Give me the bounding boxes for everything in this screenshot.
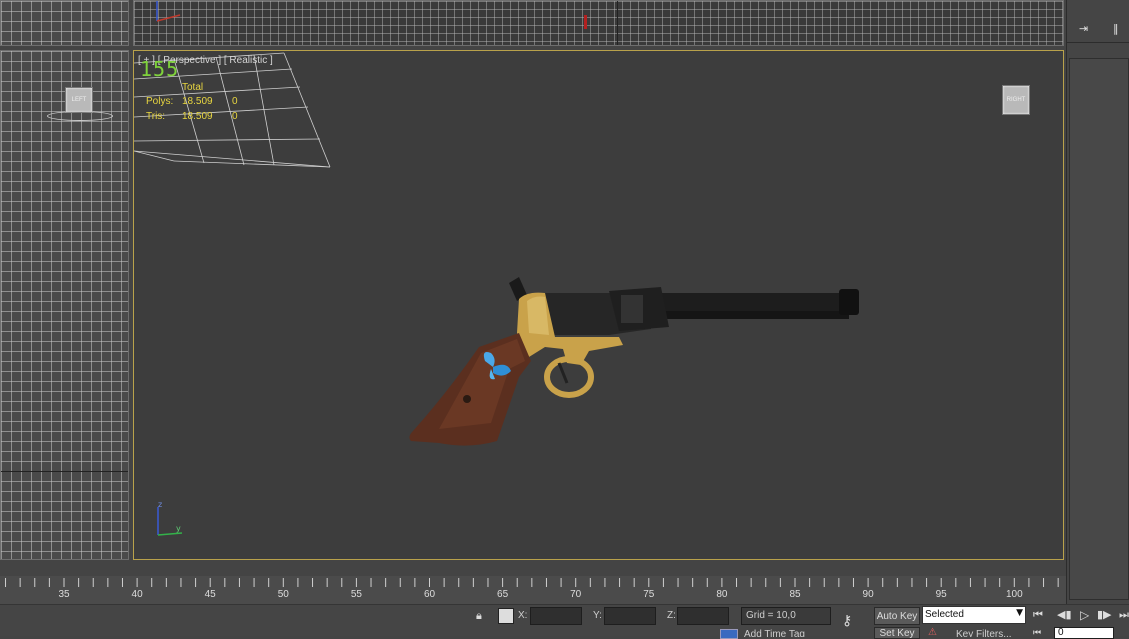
z-coord-label: Z: bbox=[667, 610, 676, 621]
go-to-start-icon[interactable]: ⏮ bbox=[1033, 608, 1043, 622]
left-viewcube[interactable]: LEFT bbox=[65, 87, 93, 113]
grid-size-display: Grid = 10,0 bbox=[741, 607, 831, 625]
top-divider bbox=[617, 1, 618, 45]
lock-selection-icon[interactable]: 🔒︎ bbox=[476, 609, 482, 623]
timeline-tick-label: 40 bbox=[131, 589, 143, 600]
next-frame-icon[interactable]: ▮▶ bbox=[1097, 608, 1112, 621]
top-viewport[interactable] bbox=[133, 0, 1064, 46]
go-to-end-icon[interactable]: ⏭ bbox=[1119, 608, 1129, 622]
set-key-label: Set Key bbox=[879, 628, 915, 639]
z-coord-field[interactable] bbox=[677, 607, 729, 625]
right-viewcube-label: RIGHT bbox=[1006, 97, 1026, 103]
left-viewcube-label: LEFT bbox=[71, 97, 87, 103]
top-axis-gizmo bbox=[156, 1, 181, 22]
status-bar: 🔒︎ X: Y: Z: Grid = 10,0 ⚷ Auto Key Set K… bbox=[0, 604, 1129, 639]
grid-size-label: Grid = 10,0 bbox=[746, 610, 796, 621]
x-coord-label: X: bbox=[518, 610, 528, 621]
panel-toolbar-handle-icon[interactable]: ‖ bbox=[1113, 22, 1123, 36]
timeline-tick-label: 85 bbox=[789, 589, 801, 600]
add-time-tag-label[interactable]: Add Time Tag bbox=[744, 629, 805, 637]
key-mode-icon[interactable]: ⏮ bbox=[1033, 628, 1041, 638]
chevron-down-icon: ▼ bbox=[1016, 608, 1023, 618]
selection-set-dropdown[interactable]: Selected ▼ bbox=[922, 606, 1026, 624]
stats-tris-label: Tris: bbox=[146, 111, 166, 122]
timeline-ticks bbox=[5, 578, 1059, 587]
stats-polys-label: Polys: bbox=[146, 96, 174, 107]
command-panel[interactable]: ⇥ ‖ bbox=[1066, 0, 1129, 604]
timeline-tick-label: 75 bbox=[643, 589, 655, 600]
timeline-tick-label: 95 bbox=[935, 589, 947, 600]
key-icon[interactable]: ⚷ bbox=[842, 613, 852, 629]
play-icon[interactable]: ▷ bbox=[1080, 608, 1089, 622]
y-coord-label: Y: bbox=[593, 610, 602, 621]
stats-tris-selected: 0 bbox=[232, 111, 238, 122]
y-coord-field[interactable] bbox=[604, 607, 656, 625]
current-frame-field[interactable]: 0 bbox=[1054, 627, 1114, 639]
fps-counter: 155 bbox=[140, 57, 180, 81]
right-viewcube[interactable]: RIGHT bbox=[1002, 85, 1030, 115]
timeline-tick-label: 50 bbox=[277, 589, 289, 600]
selection-set-value: Selected bbox=[925, 609, 964, 620]
panel-pin-icon[interactable]: ⇥ bbox=[1079, 22, 1095, 36]
axis-tripod: z y bbox=[157, 501, 183, 536]
viewport-shading-mode[interactable]: [ Realistic ] bbox=[224, 55, 273, 66]
timeline-tick-label: 55 bbox=[350, 589, 362, 600]
absolute-mode-icon[interactable] bbox=[498, 608, 514, 624]
stats-total-header: Total bbox=[182, 82, 204, 93]
stats-polys-total: 18.509 bbox=[182, 96, 213, 107]
revolver-model[interactable] bbox=[399, 273, 869, 458]
previous-frame-icon[interactable]: ◀▮ bbox=[1057, 608, 1072, 621]
left-viewport[interactable]: LEFT bbox=[0, 50, 129, 560]
axis-y-label: y bbox=[176, 524, 181, 533]
perspective-viewport[interactable]: [ + ] [ Perspective ] [ Realistic ] 155 … bbox=[133, 50, 1064, 560]
set-key-filter-icon[interactable]: ⚠ bbox=[928, 627, 937, 638]
key-filters-label[interactable]: Key Filters... bbox=[956, 629, 1012, 637]
timeline-tick-label: 45 bbox=[204, 589, 216, 600]
timeline-ruler[interactable]: 35 40 45 50 55 60 65 70 75 80 85 90 95 100 bbox=[0, 576, 1066, 604]
left-viewport-horizon bbox=[1, 471, 128, 472]
left-viewcube-ring bbox=[47, 111, 113, 121]
x-coord-field[interactable] bbox=[530, 607, 582, 625]
axis-z-label: z bbox=[158, 501, 162, 509]
timeline-tick-label: 100 bbox=[1005, 589, 1023, 600]
auto-key-label: Auto Key bbox=[876, 610, 918, 622]
timeline-tick-label: 35 bbox=[58, 589, 70, 600]
top-marker bbox=[584, 15, 587, 29]
timeline-tick-label: 70 bbox=[570, 589, 582, 600]
stats-polys-selected: 0 bbox=[232, 96, 238, 107]
timeline-tick-label: 65 bbox=[497, 589, 509, 600]
time-tag-icon[interactable] bbox=[720, 629, 738, 639]
timeline-tick-label: 60 bbox=[423, 589, 436, 600]
current-frame-value: 0 bbox=[1058, 627, 1064, 638]
timeline-tick-label: 90 bbox=[862, 589, 874, 600]
auto-key-button[interactable]: Auto Key bbox=[874, 607, 920, 625]
timeline-tick-label: 80 bbox=[716, 589, 728, 600]
set-key-button[interactable]: Set Key bbox=[874, 627, 920, 639]
stats-tris-total: 18.509 bbox=[182, 111, 213, 122]
top-left-viewport[interactable] bbox=[0, 0, 129, 46]
